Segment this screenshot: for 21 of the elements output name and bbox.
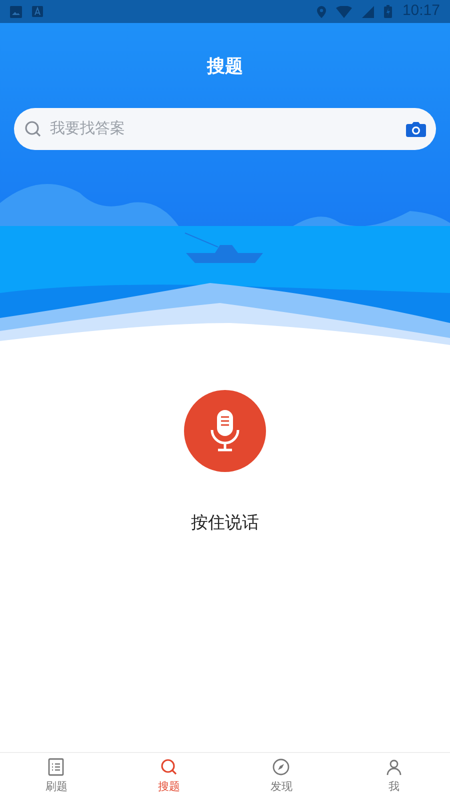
signal-icon [362,6,374,18]
search-icon [158,757,179,778]
text-icon [32,6,43,17]
tab-item[interactable]: 我 [338,753,450,800]
tab-item[interactable]: 发现 [225,753,338,800]
page-title: 搜题 [207,55,243,78]
battery-icon [384,5,392,18]
search-icon [24,120,42,138]
compass-icon [271,757,292,778]
hold-to-talk-label: 按住说话 [191,512,259,534]
tab-item[interactable]: 搜题 [112,753,225,800]
tab-item[interactable]: 刷题 [0,753,112,800]
camera-icon[interactable] [406,121,426,137]
microphone-icon [210,410,240,452]
search-field[interactable]: 我要找答案 [14,108,436,150]
wifi-icon [336,6,352,18]
image-icon [10,6,22,18]
list-icon [46,757,66,778]
location-icon [317,6,326,18]
search-placeholder: 我要找答案 [50,118,126,139]
clock-time: 10:17 [402,1,440,22]
